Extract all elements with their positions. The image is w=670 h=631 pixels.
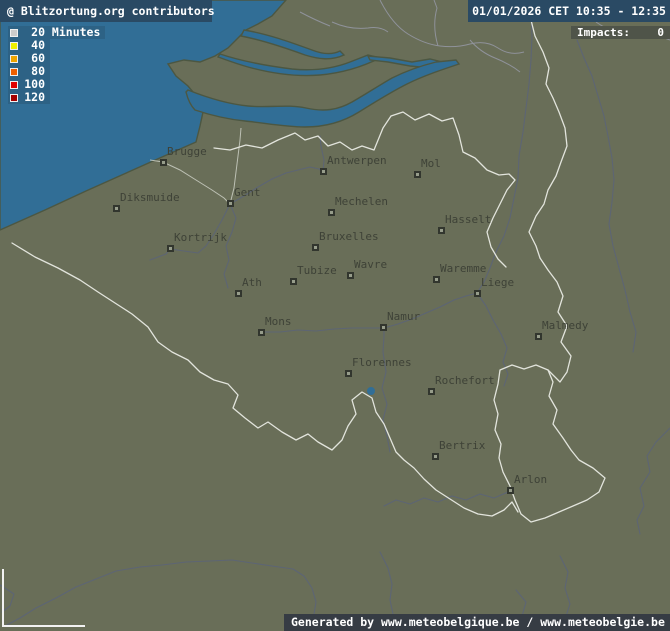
city-marker bbox=[167, 245, 174, 252]
legend-row: 120 bbox=[8, 91, 50, 104]
impacts-value: 0 bbox=[657, 26, 664, 39]
city-marker bbox=[227, 200, 234, 207]
city-marker bbox=[380, 324, 387, 331]
city-marker bbox=[432, 453, 439, 460]
legend-color-swatch bbox=[10, 68, 18, 76]
datetime-bar: 01/01/2026 CET 10:35 - 12:35 bbox=[468, 0, 670, 22]
city-marker bbox=[113, 205, 120, 212]
city-label: Brugge bbox=[167, 145, 207, 158]
city-marker bbox=[312, 244, 319, 251]
city-label: Antwerpen bbox=[327, 154, 387, 167]
attribution-bar: @ Blitzortung.org contributors bbox=[0, 0, 212, 22]
footer-bar: Generated by www.meteobelgique.be / www.… bbox=[284, 614, 670, 631]
city-label: Mons bbox=[265, 315, 292, 328]
city-marker bbox=[474, 290, 481, 297]
city-marker bbox=[438, 227, 445, 234]
city-marker bbox=[290, 278, 297, 285]
legend-minutes-value: 120 bbox=[21, 91, 45, 104]
city-marker bbox=[328, 209, 335, 216]
city-marker bbox=[433, 276, 440, 283]
city-label: Bruxelles bbox=[319, 230, 379, 243]
lake-eau-d-heure bbox=[367, 387, 375, 395]
city-label: Rochefort bbox=[435, 374, 495, 387]
city-label: Waremme bbox=[440, 262, 486, 275]
impacts-label: Impacts: bbox=[577, 26, 630, 39]
legend-color-swatch bbox=[10, 29, 18, 37]
city-marker bbox=[258, 329, 265, 336]
city-marker bbox=[414, 171, 421, 178]
city-marker bbox=[428, 388, 435, 395]
city-label: Wavre bbox=[354, 258, 387, 271]
legend-color-swatch bbox=[10, 55, 18, 63]
city-label: Diksmuide bbox=[120, 191, 180, 204]
city-label: Kortrijk bbox=[174, 231, 227, 244]
city-label: Malmedy bbox=[542, 319, 588, 332]
city-label: Namur bbox=[387, 310, 420, 323]
legend-unit-label: Minutes bbox=[45, 26, 100, 39]
city-label: Gent bbox=[234, 186, 261, 199]
legend-color-swatch bbox=[10, 81, 18, 89]
city-marker bbox=[507, 487, 514, 494]
scale-bar-vertical bbox=[2, 569, 4, 627]
city-marker bbox=[535, 333, 542, 340]
city-marker bbox=[345, 370, 352, 377]
city-marker bbox=[320, 168, 327, 175]
city-marker bbox=[235, 290, 242, 297]
city-label: Ath bbox=[242, 276, 262, 289]
city-label: Mechelen bbox=[335, 195, 388, 208]
city-label: Liege bbox=[481, 276, 514, 289]
city-label: Tubize bbox=[297, 264, 337, 277]
scale-bar-horizontal bbox=[2, 625, 85, 627]
city-label: Mol bbox=[421, 157, 441, 170]
lightning-map-app: Brugge Diksmuide Gent Kortrijk Antwerpen Mol M… bbox=[0, 0, 670, 631]
city-marker bbox=[160, 159, 167, 166]
legend: 20 Minutes406080100120 bbox=[8, 26, 105, 104]
city-label: Hasselt bbox=[445, 213, 491, 226]
legend-row: 20 Minutes bbox=[8, 26, 105, 39]
impacts-counter: Impacts: 0 bbox=[571, 26, 670, 39]
legend-color-swatch bbox=[10, 94, 18, 102]
legend-color-swatch bbox=[10, 42, 18, 50]
city-marker bbox=[347, 272, 354, 279]
city-label: Florennes bbox=[352, 356, 412, 369]
city-label: Bertrix bbox=[439, 439, 485, 452]
city-label: Arlon bbox=[514, 473, 547, 486]
